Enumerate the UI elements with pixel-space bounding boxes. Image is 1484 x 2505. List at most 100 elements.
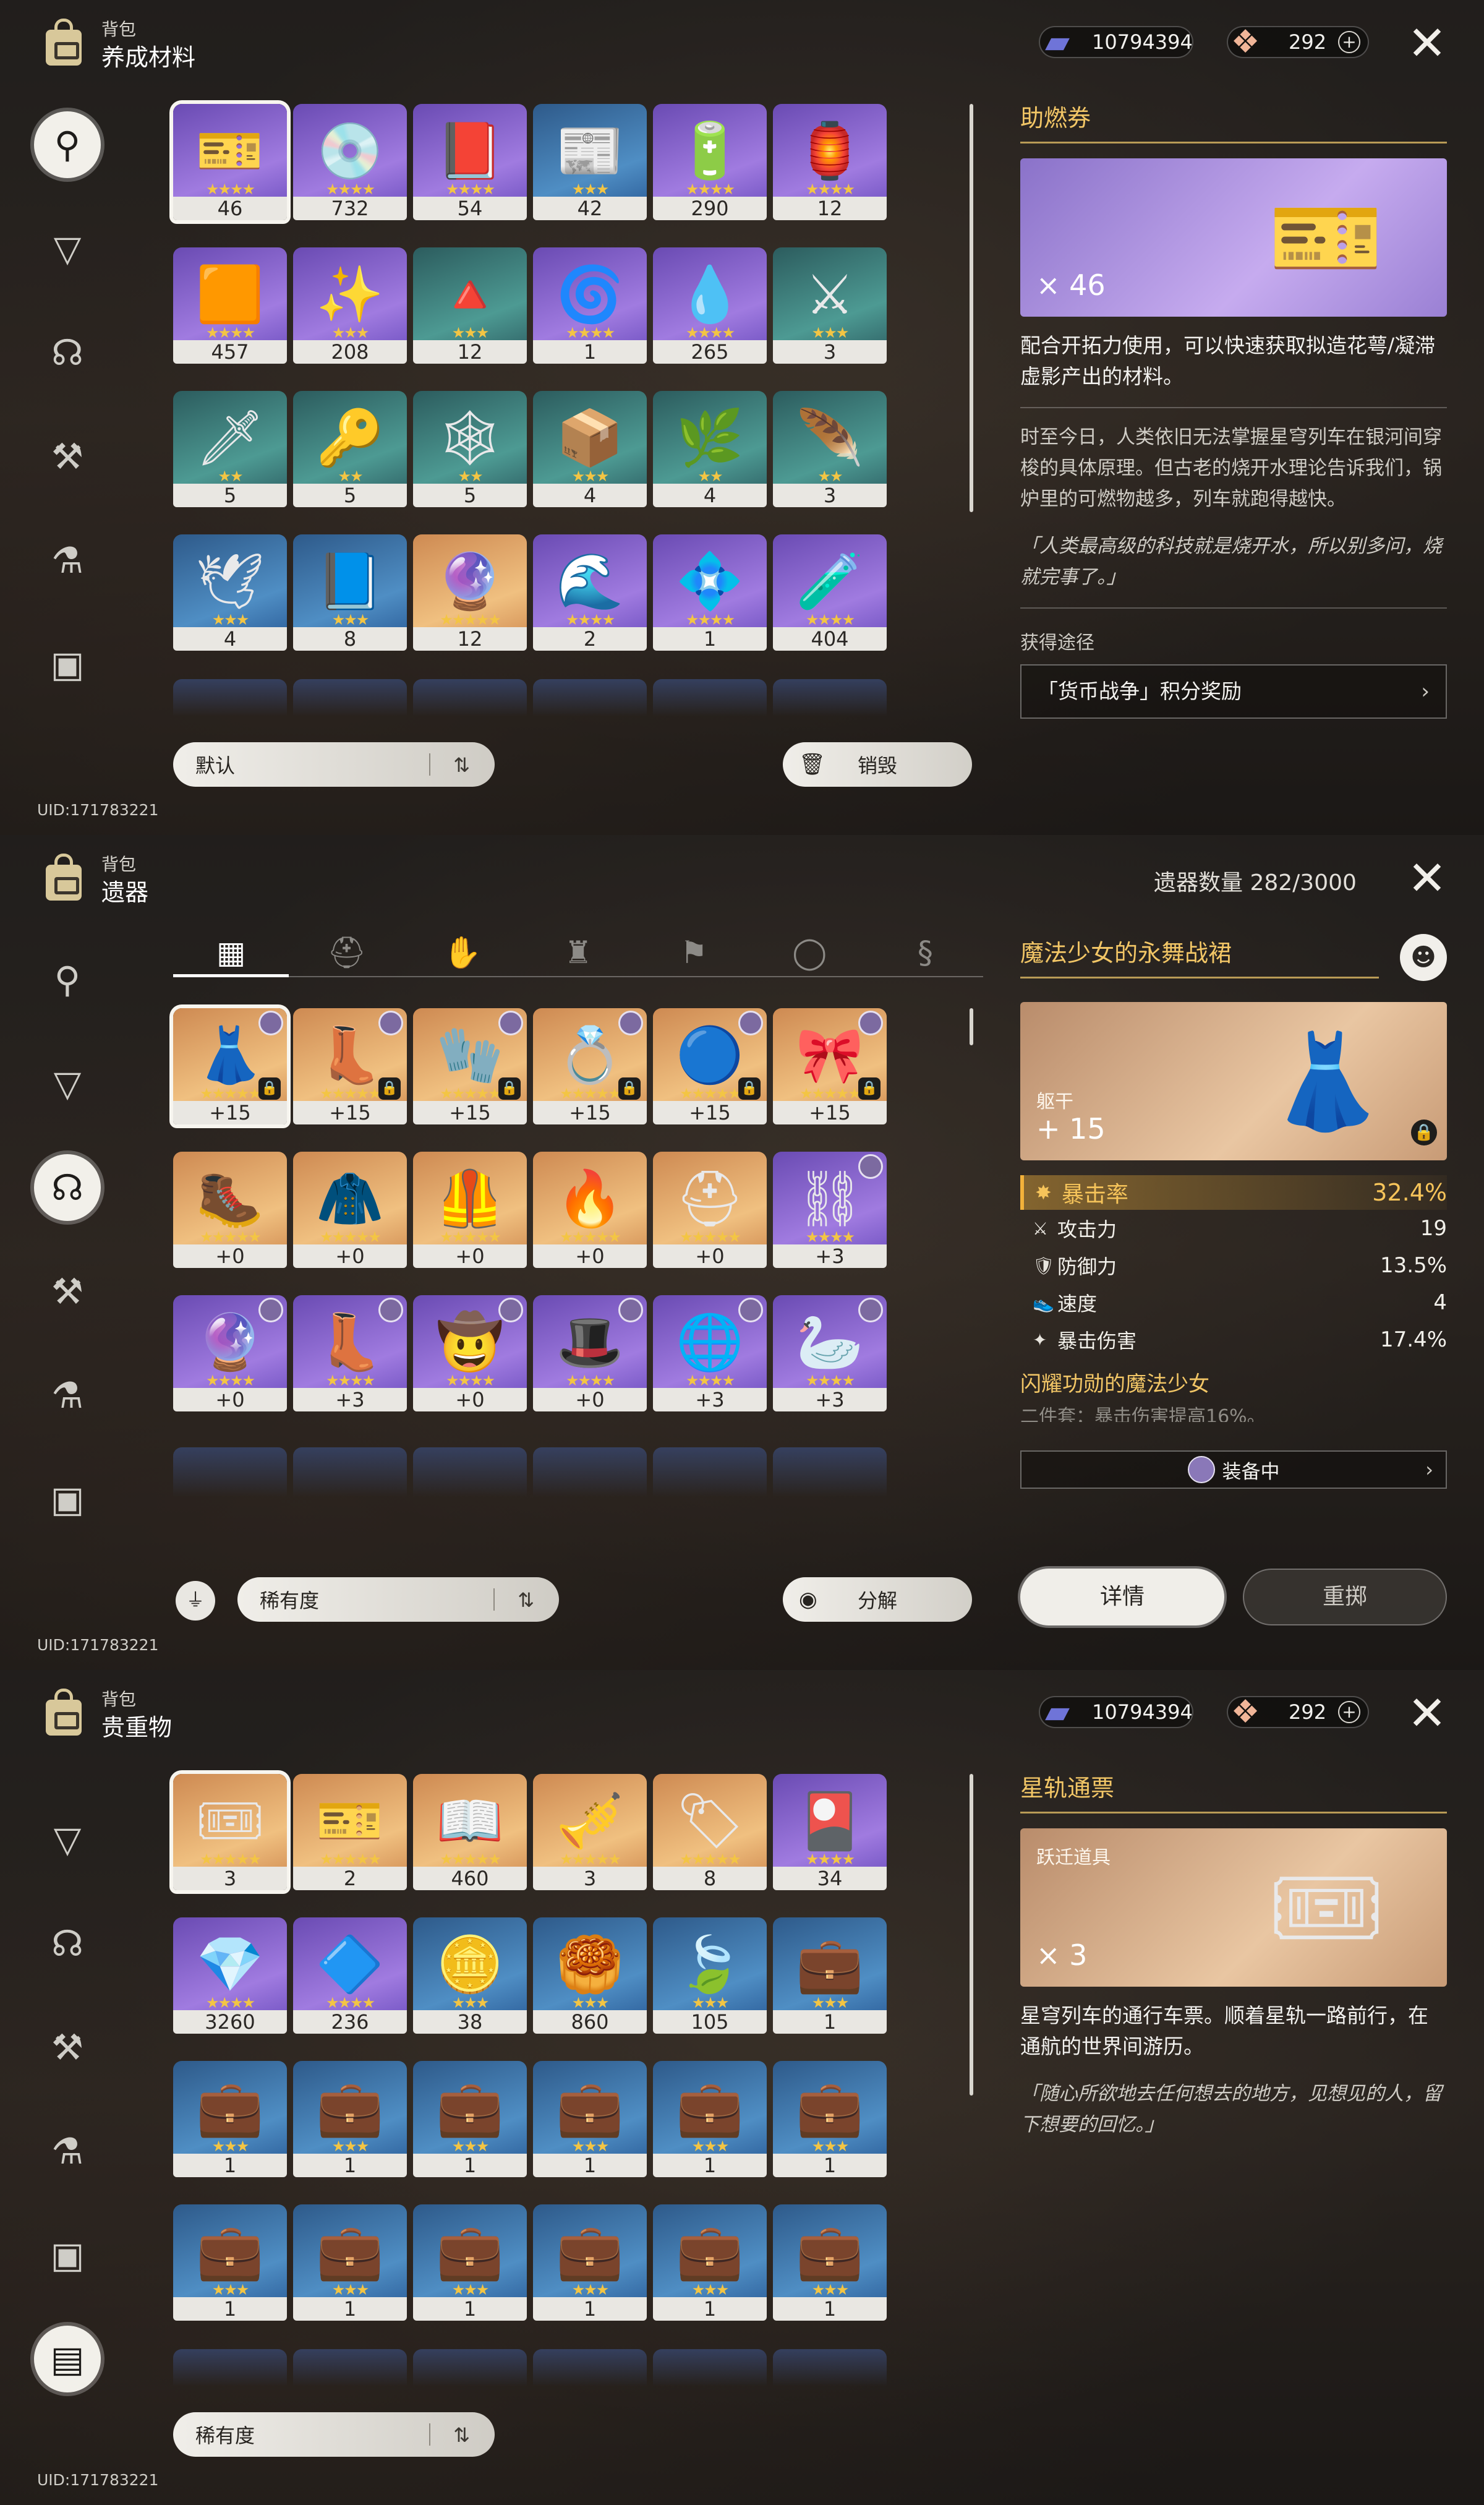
nav-mission[interactable]: ▣ bbox=[33, 2203, 101, 2307]
item-slot[interactable]: 💼 ★★★ 1 bbox=[533, 2204, 647, 2321]
item-slot[interactable]: 🏷 ★★★★★ 8 bbox=[653, 1774, 767, 1890]
item-slot[interactable]: 🔺 ★★★ 12 bbox=[413, 247, 527, 364]
filter-button[interactable]: ⏚ bbox=[176, 1581, 215, 1621]
item-slot[interactable]: 🎩 ★★★★ +0 bbox=[533, 1295, 647, 1411]
item-slot[interactable]: 💿 ★★★★ 732 bbox=[293, 104, 407, 220]
item-slot[interactable]: 🥮 ★★★ 860 bbox=[533, 1917, 647, 2034]
equipped-by-button[interactable]: 装备中 › bbox=[1020, 1450, 1447, 1489]
tab-hands[interactable]: ✋ bbox=[404, 928, 520, 977]
close-button[interactable]: ✕ bbox=[1405, 1690, 1449, 1737]
item-slot[interactable]: 💠 ★★★★ 1 bbox=[653, 534, 767, 651]
owner-avatar[interactable]: ☻ bbox=[1400, 934, 1447, 981]
nav-relic[interactable]: ☊ bbox=[33, 1136, 101, 1240]
item-slot[interactable]: 🏮 ★★★★ 12 bbox=[773, 104, 887, 220]
item-slot[interactable]: 🎀 ★★★★★ 🔒 +15 bbox=[773, 1008, 887, 1124]
tab-head[interactable]: ⛑ bbox=[289, 928, 404, 977]
sort-dropdown[interactable]: 默认 ⇅ bbox=[173, 742, 495, 787]
tab-feet[interactable]: ⚑ bbox=[636, 928, 752, 977]
scrollbar[interactable] bbox=[970, 1774, 973, 2096]
item-slot[interactable]: 🥾 ★★★★★ +0 bbox=[173, 1152, 287, 1268]
top-up-button[interactable]: + bbox=[1338, 1701, 1360, 1723]
scrollbar[interactable] bbox=[970, 104, 973, 512]
item-slot[interactable]: 📦 ★★★ 4 bbox=[533, 391, 647, 507]
item-slot[interactable]: 🕸 ★★ 5 bbox=[413, 391, 527, 507]
item-slot[interactable]: 📘 ★★★ 8 bbox=[293, 534, 407, 651]
item-slot[interactable]: 💼 ★★★ 1 bbox=[293, 2061, 407, 2177]
item-slot[interactable]: 🔷 ★★★★ 236 bbox=[293, 1917, 407, 2034]
nav-upgrade[interactable]: ⚒ bbox=[33, 1995, 101, 2099]
item-slot[interactable]: 🍃 ★★★ 105 bbox=[653, 1917, 767, 2034]
item-slot[interactable]: 🔋 ★★★★ 290 bbox=[653, 104, 767, 220]
item-slot[interactable]: 🔑 ★★ 5 bbox=[293, 391, 407, 507]
item-slot[interactable]: 💼 ★★★ 1 bbox=[533, 2061, 647, 2177]
source-link[interactable]: 「货币战争」积分奖励 › bbox=[1020, 664, 1447, 719]
sort-order-icon[interactable]: ⇅ bbox=[453, 2423, 470, 2447]
item-slot[interactable]: 💼 ★★★ 1 bbox=[173, 2061, 287, 2177]
item-slot[interactable]: 🪙 ★★★ 38 bbox=[413, 1917, 527, 2034]
item-slot[interactable]: 👗 ★★★★★ 🔒 +15 bbox=[173, 1008, 287, 1124]
item-slot[interactable]: 💼 ★★★ 1 bbox=[653, 2204, 767, 2321]
item-slot[interactable]: 💼 ★★★ 1 bbox=[773, 2061, 887, 2177]
item-slot[interactable]: 💧 ★★★★ 265 bbox=[653, 247, 767, 364]
item-slot[interactable]: 💍 ★★★★★ 🔒 +15 bbox=[533, 1008, 647, 1124]
tab-body[interactable]: ♜ bbox=[520, 928, 636, 977]
item-slot[interactable]: 🌐 ★★★★ +3 bbox=[653, 1295, 767, 1411]
close-button[interactable]: ✕ bbox=[1405, 20, 1449, 67]
item-slot[interactable]: 🌊 ★★★★ 2 bbox=[533, 534, 647, 651]
sort-order-icon[interactable]: ⇅ bbox=[518, 1588, 534, 1612]
nav-upgrade[interactable]: ⚒ bbox=[33, 1240, 101, 1343]
nav-light-cone[interactable]: ▽ bbox=[33, 1032, 101, 1136]
item-slot[interactable]: ⛑ ★★★★★ +0 bbox=[653, 1152, 767, 1268]
top-up-button[interactable]: + bbox=[1338, 31, 1360, 53]
nav-materials[interactable]: ⚲ bbox=[33, 93, 101, 197]
item-slot[interactable]: 💼 ★★★ 1 bbox=[413, 2204, 527, 2321]
item-slot[interactable]: 🧥 ★★★★★ +0 bbox=[293, 1152, 407, 1268]
item-slot[interactable]: 🎫 ★★★★★ 2 bbox=[293, 1774, 407, 1890]
nav-relic[interactable]: ☊ bbox=[33, 1891, 101, 1995]
item-slot[interactable]: 📖 ★★★★★ 460 bbox=[413, 1774, 527, 1890]
tab-all[interactable]: ▦ bbox=[173, 928, 289, 977]
item-slot[interactable]: 🎫 ★★★★ 46 bbox=[173, 104, 287, 220]
nav-light-cone[interactable]: ▽ bbox=[33, 1788, 101, 1891]
item-slot[interactable]: 📰 ★★★ 42 bbox=[533, 104, 647, 220]
nav-consumable[interactable]: ⚗ bbox=[33, 2099, 101, 2203]
item-slot[interactable]: 📕 ★★★★ 54 bbox=[413, 104, 527, 220]
scrollbar[interactable] bbox=[970, 1008, 973, 1045]
nav-relic[interactable]: ☊ bbox=[33, 301, 101, 405]
nav-mission[interactable]: ▣ bbox=[33, 1447, 101, 1551]
sort-dropdown[interactable]: 稀有度 ⇅ bbox=[173, 2412, 495, 2457]
details-button[interactable]: 详情 bbox=[1020, 1569, 1224, 1625]
item-slot[interactable]: 💼 ★★★ 1 bbox=[173, 2204, 287, 2321]
close-button[interactable]: ✕ bbox=[1405, 855, 1449, 902]
salvage-button[interactable]: ◉ 分解 bbox=[783, 1577, 972, 1622]
item-slot[interactable]: ⚔ ★★★ 3 bbox=[773, 247, 887, 364]
sort-order-icon[interactable]: ⇅ bbox=[453, 753, 470, 777]
item-slot[interactable]: 💼 ★★★ 1 bbox=[413, 2061, 527, 2177]
item-slot[interactable]: 🔮 ★★★★★ 12 bbox=[413, 534, 527, 651]
item-slot[interactable]: 👢 ★★★★★ 🔒 +15 bbox=[293, 1008, 407, 1124]
nav-valuables[interactable]: ▤ bbox=[33, 2307, 101, 2411]
item-slot[interactable]: 💼 ★★★ 1 bbox=[653, 2061, 767, 2177]
item-slot[interactable]: 🌿 ★★ 4 bbox=[653, 391, 767, 507]
item-slot[interactable]: 💼 ★★★ 1 bbox=[773, 1917, 887, 2034]
item-slot[interactable]: 🔮 ★★★★ +0 bbox=[173, 1295, 287, 1411]
destroy-button[interactable]: 🗑 销毁 bbox=[783, 742, 972, 787]
nav-materials[interactable]: ⚲ bbox=[33, 928, 101, 1032]
item-slot[interactable]: 🔥 ★★★★★ +0 bbox=[533, 1152, 647, 1268]
item-slot[interactable]: 🧤 ★★★★★ 🔒 +15 bbox=[413, 1008, 527, 1124]
item-slot[interactable]: 💎 ★★★★ 3260 bbox=[173, 1917, 287, 2034]
item-slot[interactable]: 🪶 ★★ 3 bbox=[773, 391, 887, 507]
nav-light-cone[interactable]: ▽ bbox=[33, 197, 101, 301]
nav-consumable[interactable]: ⚗ bbox=[33, 508, 101, 612]
nav-consumable[interactable]: ⚗ bbox=[33, 1343, 101, 1447]
item-slot[interactable]: ✨ ★★★ 208 bbox=[293, 247, 407, 364]
item-slot[interactable]: 🦺 ★★★★★ +0 bbox=[413, 1152, 527, 1268]
item-slot[interactable]: 🔵 ★★★★★ 🔒 +15 bbox=[653, 1008, 767, 1124]
item-slot[interactable]: 🕊 ★★★ 4 bbox=[173, 534, 287, 651]
item-slot[interactable]: 🗡 ★★ 5 bbox=[173, 391, 287, 507]
item-slot[interactable]: 🎟 ★★★★★ 3 bbox=[173, 1774, 287, 1890]
nav-upgrade[interactable]: ⚒ bbox=[33, 405, 101, 508]
item-slot[interactable]: 💼 ★★★ 1 bbox=[773, 2204, 887, 2321]
item-slot[interactable]: 🦢 ★★★★ +3 bbox=[773, 1295, 887, 1411]
tab-rope[interactable]: § bbox=[868, 928, 983, 977]
